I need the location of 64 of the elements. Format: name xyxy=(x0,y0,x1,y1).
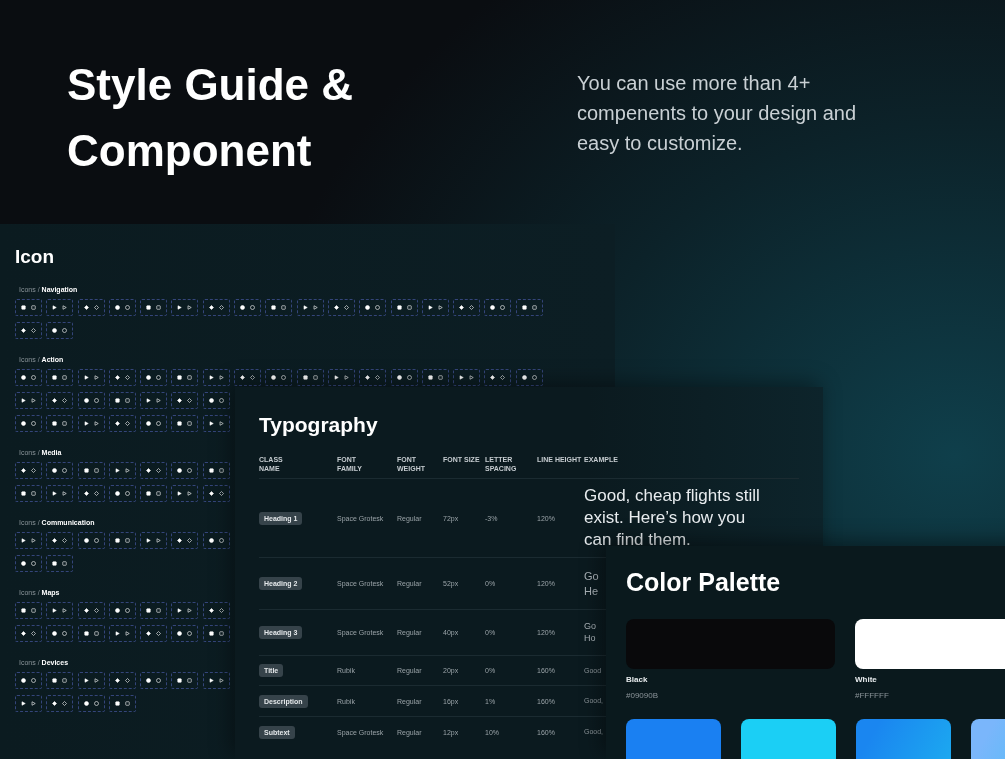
circle-icon xyxy=(21,421,26,426)
panel-title: Icon xyxy=(15,246,56,268)
circle-icon xyxy=(271,375,277,380)
circle-icon xyxy=(250,305,256,310)
circle-icon xyxy=(93,538,99,543)
circle-icon xyxy=(208,538,214,543)
example-text: Go He xyxy=(584,569,599,598)
circle-icon xyxy=(93,398,99,403)
circle-icon xyxy=(146,678,152,683)
circle-icon xyxy=(406,375,412,380)
circle-icon xyxy=(31,375,36,380)
circle-icon xyxy=(52,631,58,636)
circle-icon xyxy=(521,375,527,380)
circle-icon xyxy=(124,305,130,310)
circle-icon xyxy=(83,538,89,543)
circle-icon xyxy=(21,375,26,380)
example-text: Good, cheap flights still exist. Here’s how you can find them. xyxy=(584,484,760,552)
color-hex: #09090B xyxy=(626,691,660,700)
circle-icon xyxy=(146,375,152,380)
circle-icon xyxy=(62,631,68,636)
color-name: White xyxy=(855,675,878,684)
circle-icon xyxy=(83,398,89,403)
circle-icon xyxy=(375,305,381,310)
circle-icon xyxy=(21,561,26,566)
color-name: Black xyxy=(626,675,649,684)
circle-icon xyxy=(114,305,120,310)
circle-icon xyxy=(62,328,68,333)
circle-icon xyxy=(500,305,506,310)
circle-icon xyxy=(93,701,99,706)
circle-icon xyxy=(31,421,36,426)
circle-icon xyxy=(396,375,402,380)
circle-icon xyxy=(187,468,193,473)
circle-icon xyxy=(114,491,120,496)
example-text: Go Ho xyxy=(584,620,596,645)
circle-icon xyxy=(240,305,246,310)
circle-icon xyxy=(156,678,162,683)
circle-icon xyxy=(187,631,193,636)
circle-icon xyxy=(124,608,130,613)
page-description: You can use more than 4+ compenents to your design and easy to customize. xyxy=(577,71,858,156)
circle-icon xyxy=(177,468,183,473)
circle-icon xyxy=(146,421,152,426)
panel-title: Typography xyxy=(259,413,379,437)
circle-icon xyxy=(21,678,26,683)
circle-icon xyxy=(31,678,36,683)
color-hex: #FFFFFF xyxy=(855,691,890,700)
page-title: Style Guide & Component xyxy=(67,59,355,177)
circle-icon xyxy=(218,398,224,403)
circle-icon xyxy=(52,328,58,333)
circle-icon xyxy=(31,561,36,566)
circle-icon xyxy=(365,305,371,310)
circle-icon xyxy=(62,468,68,473)
circle-icon xyxy=(218,538,224,543)
circle-icon xyxy=(490,305,496,310)
circle-icon xyxy=(124,491,130,496)
circle-icon xyxy=(156,375,162,380)
panel-title: Color Palette xyxy=(626,568,782,597)
circle-icon xyxy=(114,608,120,613)
circle-icon xyxy=(281,375,287,380)
circle-icon xyxy=(83,701,89,706)
circle-icon xyxy=(156,421,162,426)
circle-icon xyxy=(208,398,214,403)
circle-icon xyxy=(531,375,537,380)
circle-icon xyxy=(177,631,183,636)
circle-icon xyxy=(52,468,58,473)
